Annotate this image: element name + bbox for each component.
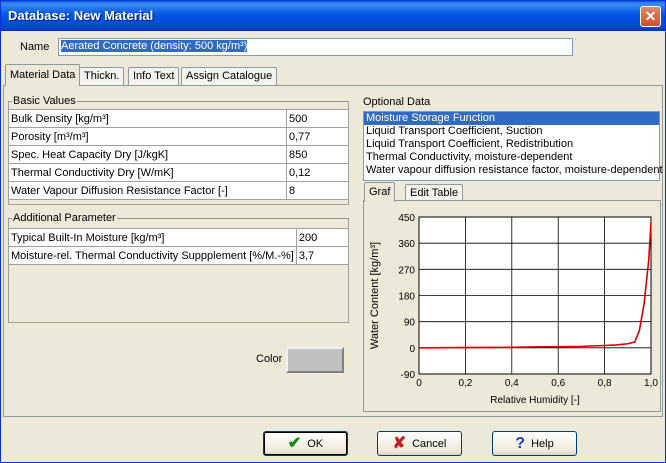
ok-button[interactable]: ✔ OK [263, 431, 348, 456]
y-tick-label: -90 [401, 370, 416, 381]
thermal-conductivity-field[interactable]: 0,12 [286, 163, 349, 182]
ok-button-label: OK [307, 437, 324, 450]
x-tick-label: 0,6 [551, 378, 565, 389]
window-title: Database: New Material [8, 8, 154, 23]
x-tick-label: 0,4 [505, 378, 519, 389]
table-row: Bulk Density [kg/m³] 500 [8, 109, 349, 128]
y-axis-label: Water Content [kg/m³] [369, 242, 381, 349]
y-tick-label: 180 [398, 292, 415, 303]
y-tick-label: 270 [398, 265, 415, 276]
list-item[interactable]: Liquid Transport Coefficient, Redistribu… [364, 138, 659, 151]
table-row: Typical Built-In Moisture [kg/m³] 200 [8, 228, 350, 247]
question-icon: ? [515, 434, 526, 452]
table-row: Porosity [m³/m³] 0,77 [8, 127, 349, 146]
list-item[interactable]: Moisture Storage Function [364, 112, 659, 125]
basic-values-title: Basic Values [12, 95, 77, 107]
x-tick-label: 1,0 [644, 378, 658, 389]
list-item[interactable]: Thermal Conductivity, moisture-dependent [364, 151, 659, 164]
color-swatch[interactable] [286, 347, 344, 373]
x-tick-label: 0,8 [598, 378, 612, 389]
additional-parameter-title: Additional Parameter [12, 212, 117, 224]
close-button[interactable]: ✕ [640, 6, 661, 27]
name-label: Name [20, 41, 50, 53]
tab-material-data-label: Material Data [10, 69, 76, 81]
diffusion-resistance-field[interactable]: 8 [286, 181, 349, 200]
tab-thickness-label: Thickn. [84, 70, 120, 82]
additional-parameter-table: Typical Built-In Moisture [kg/m³] 200 Mo… [8, 228, 350, 265]
row-label: Typical Built-In Moisture [kg/m³] [8, 228, 297, 247]
heat-capacity-field[interactable]: 850 [286, 145, 349, 164]
row-label: Spec. Heat Capacity Dry [J/kgK] [8, 145, 287, 164]
row-label: Porosity [m³/m³] [8, 127, 287, 146]
row-label: Bulk Density [kg/m³] [8, 109, 287, 128]
close-icon: ✕ [644, 8, 657, 24]
optional-data-list[interactable]: Moisture Storage Function Liquid Transpo… [363, 111, 663, 181]
table-row: Moisture-rel. Thermal Conductivity Suppp… [8, 246, 350, 265]
tab-thickness[interactable]: Thickn. [79, 67, 125, 85]
name-input[interactable]: Aerated Concrete (density: 500 kg/m³) [58, 38, 573, 56]
table-row: Thermal Conductivity Dry [W/mK] 0,12 [8, 163, 349, 182]
x-tick-label: 0,2 [458, 378, 472, 389]
porosity-field[interactable]: 0,77 [286, 127, 349, 146]
table-row: Water Vapour Diffusion Resistance Factor… [8, 181, 349, 200]
table-row: Spec. Heat Capacity Dry [J/kgK] 850 [8, 145, 349, 164]
built-in-moisture-field[interactable]: 200 [295, 228, 350, 247]
help-button[interactable]: ? Help [492, 431, 577, 456]
title-bar[interactable]: Database: New Material ✕ [1, 1, 665, 31]
help-button-label: Help [531, 437, 554, 450]
x-axis-label: Relative Humidity [-] [490, 395, 580, 406]
cancel-button[interactable]: ✘ Cancel [377, 431, 462, 456]
cancel-button-label: Cancel [412, 437, 447, 450]
y-tick-label: 360 [398, 239, 415, 250]
tab-graf-label: Graf [369, 186, 391, 198]
check-icon: ✔ [287, 434, 302, 452]
tab-edit-table-label: Edit Table [410, 187, 459, 199]
row-label: Water Vapour Diffusion Resistance Factor… [8, 181, 287, 200]
y-tick-label: 450 [398, 213, 415, 224]
row-label: Thermal Conductivity Dry [W/mK] [8, 163, 287, 182]
conductivity-supplement-field[interactable]: 3,7 [295, 246, 350, 265]
color-label: Color [256, 353, 283, 365]
bulk-density-field[interactable]: 500 [286, 109, 349, 128]
list-item[interactable]: Liquid Transport Coefficient, Suction [364, 125, 659, 138]
tab-info-text[interactable]: Info Text [128, 67, 180, 85]
y-tick-label: 90 [404, 318, 416, 329]
row-label: Moisture-rel. Thermal Conductivity Suppp… [8, 246, 297, 265]
y-tick-label: 0 [409, 344, 415, 355]
x-tick-label: 0 [416, 378, 422, 389]
chart-panel: 0 0,2 0,4 0,6 0,8 1,0 -90 0 90 180 270 360 450 Relati… [363, 200, 661, 412]
tab-graf[interactable]: Graf [364, 182, 396, 202]
dialog-window: Database: New Material ✕ Name Aerated Co… [0, 0, 666, 463]
list-item[interactable]: Water vapour diffusion resistance factor… [364, 164, 663, 177]
basic-values-table: Bulk Density [kg/m³] 500 Porosity [m³/m³… [8, 109, 349, 200]
tab-assign-catalogue[interactable]: Assign Catalogue [181, 67, 278, 85]
moisture-storage-chart: 0 0,2 0,4 0,6 0,8 1,0-90090180270360450Relati… [369, 213, 658, 406]
x-icon: ✘ [392, 434, 407, 452]
optional-data-title: Optional Data [363, 96, 431, 108]
tab-info-text-label: Info Text [133, 70, 175, 82]
tab-assign-catalogue-label: Assign Catalogue [186, 70, 273, 82]
tab-material-data[interactable]: Material Data [5, 64, 81, 86]
name-input-value: Aerated Concrete (density: 500 kg/m³) [61, 40, 248, 52]
